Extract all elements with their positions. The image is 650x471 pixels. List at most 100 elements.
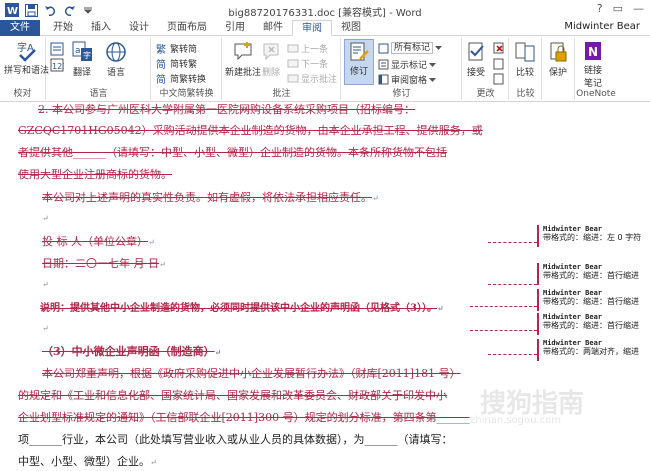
minimize-button[interactable]: —: [633, 2, 644, 15]
reject-button[interactable]: [493, 42, 505, 54]
previous-comment-button[interactable]: 上一条: [287, 42, 328, 55]
tab-layout[interactable]: 页面布局: [158, 20, 216, 36]
revision-balloon[interactable]: Midwinter Bear 带格式的：两端对齐，缩进: [537, 339, 650, 361]
balloon-connector: [488, 284, 537, 285]
linked-notes-button[interactable]: N 链接 笔记: [582, 40, 604, 89]
doc-line[interactable]: 者提供其他______（请填写：中型、小型、微型）企业制造的货物。本条所称货物不…: [18, 144, 447, 160]
markup-select[interactable]: 所有标记: [378, 42, 443, 54]
revision-balloon[interactable]: Midwinter Bear 带格式的：缩进：首行缩进: [537, 263, 650, 285]
user-name[interactable]: Midwinter Bear: [564, 21, 640, 32]
revision-balloon[interactable]: Midwinter Bear 带格式的：缩进：左 0 字符: [537, 225, 650, 247]
doc-line[interactable]: 项______行业，本公司（此处填写营业收入或从业人员的具体数据），为_____…: [18, 431, 453, 447]
doc-line[interactable]: 的规定和《工业和信息化部、国家统计局、国家发展和改革委员会、财政部关于印发中小: [18, 387, 447, 403]
show-comments-button[interactable]: 显示批注: [287, 72, 337, 85]
doc-line[interactable]: 说明：提供其他中小企业制造的货物，必须同时提供该中小企业的声明函（见格式（3））…: [40, 299, 444, 314]
ribbon-display-button[interactable]: ▭: [613, 2, 623, 15]
spelling-grammar-button[interactable]: 字A 拼写和语法: [4, 40, 49, 76]
translate-button[interactable]: a字 翻译: [71, 40, 93, 78]
group-protect: 保护: [543, 38, 575, 100]
next-change-icon: [493, 73, 504, 85]
doc-line[interactable]: 本公司对上述声明的真实性负责。如有虚假，将依法承担相应责任。↵: [42, 189, 379, 205]
doc-line[interactable]: （3）中小微企业声明函（制造商）↵: [42, 343, 221, 359]
convert-button[interactable]: 简 简繁转换: [156, 72, 206, 86]
track-changes-button[interactable]: 修订: [344, 39, 374, 85]
doc-line[interactable]: GZCQC1701HG05042）采购活动提供本企业制造的货物，由本企业承担工程…: [18, 122, 483, 138]
empty-paragraph[interactable]: ↵: [42, 321, 49, 334]
tab-mailings[interactable]: 邮件: [254, 20, 292, 36]
accept-button[interactable]: 接受: [465, 40, 487, 78]
svg-text:N: N: [588, 45, 598, 59]
empty-paragraph[interactable]: ↵: [42, 277, 49, 290]
compare-icon: [515, 42, 535, 62]
doc-line[interactable]: 2. 本公司参与广州医科大学附属第一医院网购设备系统采购项目（招标编号：: [38, 103, 415, 117]
reviewing-pane-icon: [378, 74, 389, 85]
spelling-check-icon: 字A: [17, 41, 36, 62]
group-changes: 接受 更改: [463, 38, 509, 100]
protect-button[interactable]: 保护: [547, 40, 569, 78]
doc-line[interactable]: 投 标 人（单位公章）↵: [42, 233, 155, 249]
markup-icon: [378, 43, 389, 53]
document-area[interactable]: 2. 本公司参与广州医科大学附属第一医院网购设备系统采购项目（招标编号： GZC…: [0, 103, 650, 471]
previous-comment-icon: [287, 44, 299, 52]
empty-paragraph[interactable]: ↵: [42, 211, 49, 224]
svg-text:简: 简: [156, 73, 166, 85]
svg-text:字: 字: [83, 50, 91, 60]
next-comment-button[interactable]: 下一条: [287, 57, 328, 70]
balloon-connector: [470, 330, 537, 331]
doc-line[interactable]: 中型、小型、微型）企业。↵: [18, 453, 157, 469]
show-markup-button[interactable]: 显示标记: [378, 58, 437, 71]
group-comments-label: 批注: [272, 89, 291, 99]
doc-line[interactable]: 企业划型标准规定的通知》（工信部联企业[2011]300 号）规定的划分标准，第…: [18, 409, 470, 425]
accept-icon: [468, 42, 484, 61]
language-button[interactable]: 语言: [105, 40, 127, 78]
tab-design[interactable]: 设计: [120, 20, 158, 36]
next-comment-icon: [287, 59, 299, 67]
revision-balloon[interactable]: Midwinter Bear 带格式的：缩进：首行缩进: [537, 313, 650, 335]
word-count-button[interactable]: 123: [50, 58, 64, 72]
tab-review[interactable]: 审阅: [292, 20, 332, 36]
lock-icon: [550, 42, 567, 62]
doc-line[interactable]: 本公司郑重声明，根据《政府采购促进中小企业发展暂行办法》（财库[2011]181…: [42, 365, 461, 381]
tab-view[interactable]: 视图: [332, 20, 370, 36]
group-proofing-label: 校对: [13, 89, 32, 99]
balloon-connector: [488, 354, 537, 355]
group-chinese-conversion: 繁 繁转简 简 简转繁 简 简繁转换 中文简繁转换: [152, 38, 222, 100]
new-comment-button[interactable]: 新建批注: [225, 40, 261, 78]
simp-to-trad-icon: 简: [156, 58, 166, 70]
compare-button[interactable]: 比较: [514, 40, 536, 78]
thesaurus-button[interactable]: [50, 42, 64, 56]
group-compare-label: 比较: [516, 89, 535, 99]
reject-icon: [493, 42, 504, 54]
delete-comment-button[interactable]: 删除: [261, 40, 281, 78]
previous-change-button[interactable]: [493, 58, 505, 70]
group-onenote-label: OneNote: [576, 89, 616, 99]
tab-file[interactable]: 文件: [0, 20, 40, 36]
trad-to-simp-button[interactable]: 繁 繁转简: [156, 42, 197, 56]
revision-balloon[interactable]: Midwinter Bear 带格式的：缩进：首行缩进: [537, 289, 650, 311]
balloon-connector: [488, 242, 537, 243]
chevron-down-icon: [429, 77, 437, 82]
simp-to-trad-button[interactable]: 简 简转繁: [156, 57, 197, 71]
ribbon-tabs: 文件 开始 插入 设计 页面布局 引用 邮件 审阅 视图 Midwinter B…: [0, 20, 650, 36]
tab-references[interactable]: 引用: [216, 20, 254, 36]
group-proofing: 字A 拼写和语法 校对: [0, 38, 49, 100]
doc-line[interactable]: 日期：二〇一七年 月 日↵: [42, 255, 166, 271]
trad-to-simp-icon: 繁: [156, 43, 166, 55]
translate-icon: a字: [72, 41, 92, 61]
tab-home[interactable]: 开始: [44, 20, 82, 36]
next-change-button[interactable]: [493, 73, 505, 85]
group-chinese-label: 中文简繁转换: [159, 89, 214, 99]
chevron-down-icon: [429, 62, 437, 67]
ribbon: 字A 拼写和语法 校对 123 a字 翻译 语言 语言 繁 繁转简 简 简转繁: [0, 36, 650, 102]
tab-insert[interactable]: 插入: [82, 20, 120, 36]
title-bar: W big88720176331.doc [兼容模式] - Word ? ▭ —: [0, 0, 650, 20]
reviewing-pane-button[interactable]: 审阅窗格: [378, 73, 437, 86]
track-changes-icon: [350, 42, 369, 61]
balloon-connector: [470, 306, 537, 307]
language-globe-icon: [106, 42, 126, 62]
delete-comment-icon: [263, 43, 279, 61]
help-button[interactable]: ?: [597, 2, 603, 15]
doc-line[interactable]: 使用大型企业注册商标的货物。: [18, 166, 172, 182]
group-tracking-label: 修订: [392, 89, 411, 99]
group-tracking: 修订 所有标记 显示标记 审阅窗格 修订: [342, 38, 462, 100]
